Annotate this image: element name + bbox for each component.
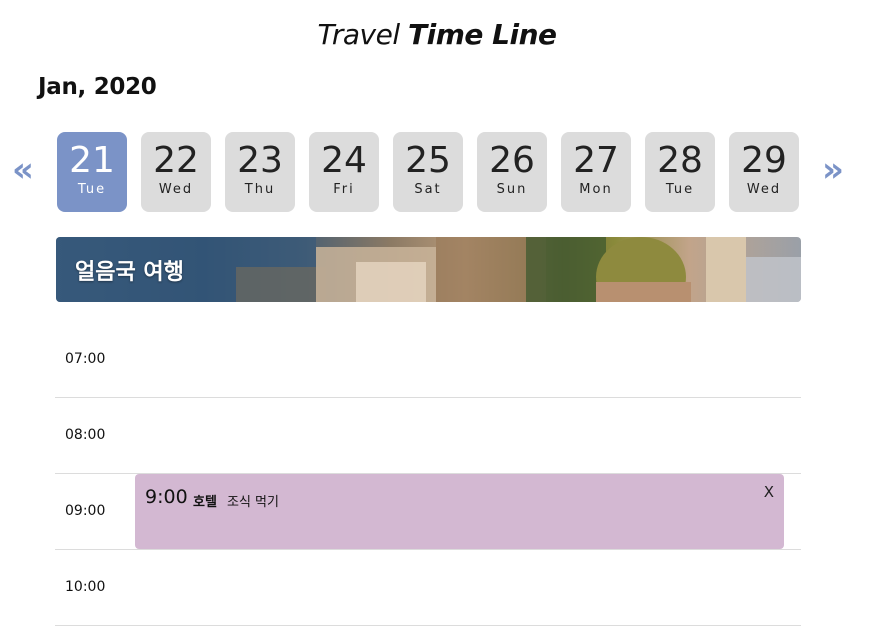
banner-title: 얼음국 여행 — [75, 260, 184, 285]
event-time: 9:00 — [145, 486, 188, 508]
time-slot[interactable]: 10:00 — [55, 550, 801, 626]
day-weekday: Wed — [746, 182, 782, 197]
time-slot[interactable]: 08:00 — [55, 398, 801, 474]
day-weekday: Sun — [496, 182, 528, 197]
event-card[interactable]: 9:00 호텔 조식 먹기 X — [135, 474, 784, 549]
day-number: 22 — [153, 140, 199, 181]
event-description: 조식 먹기 — [227, 495, 279, 510]
day-number: 28 — [657, 140, 703, 181]
day-weekday: Mon — [579, 182, 613, 197]
day-number: 21 — [69, 140, 115, 181]
app-title-light: Travel — [317, 18, 400, 51]
trip-banner: 얼음국 여행 — [56, 237, 801, 302]
slot-time-label: 07:00 — [65, 351, 106, 367]
day-button[interactable]: 26 Sun — [477, 132, 547, 212]
app-title-bold: Time Line — [408, 18, 557, 51]
event-place: 호텔 — [193, 495, 217, 510]
day-button[interactable]: 23 Thu — [225, 132, 295, 212]
day-weekday: Thu — [244, 182, 276, 197]
slot-time-label: 10:00 — [65, 579, 106, 595]
day-weekday: Tue — [665, 182, 695, 197]
time-slot[interactable]: 07:00 — [55, 322, 801, 398]
close-icon[interactable]: X — [764, 483, 774, 501]
day-button[interactable]: 22 Wed — [141, 132, 211, 212]
day-weekday: Tue — [77, 182, 107, 197]
day-strip: 21 Tue 22 Wed 23 Thu 24 Fri 25 Sat 26 Su… — [57, 132, 799, 212]
day-number: 23 — [237, 140, 283, 181]
month-label: Jan, 2020 — [38, 74, 157, 100]
day-button[interactable]: 27 Mon — [561, 132, 631, 212]
slot-time-label: 09:00 — [65, 503, 106, 519]
day-number: 27 — [573, 140, 619, 181]
day-button[interactable]: 29 Wed — [729, 132, 799, 212]
day-weekday: Sat — [414, 182, 442, 197]
day-number: 24 — [321, 140, 367, 181]
day-button[interactable]: 21 Tue — [57, 132, 127, 212]
day-button[interactable]: 24 Fri — [309, 132, 379, 212]
day-weekday: Wed — [158, 182, 194, 197]
next-days-button[interactable]: » — [822, 150, 844, 190]
app-title: Travel Time Line — [0, 18, 874, 51]
day-number: 29 — [741, 140, 787, 181]
prev-days-button[interactable]: « — [12, 150, 34, 190]
day-number: 25 — [405, 140, 451, 181]
day-button[interactable]: 28 Tue — [645, 132, 715, 212]
slot-time-label: 08:00 — [65, 427, 106, 443]
day-number: 26 — [489, 140, 535, 181]
page: Travel Time Line Jan, 2020 « 21 Tue 22 W… — [0, 0, 874, 634]
day-weekday: Fri — [333, 182, 355, 197]
day-button[interactable]: 25 Sat — [393, 132, 463, 212]
